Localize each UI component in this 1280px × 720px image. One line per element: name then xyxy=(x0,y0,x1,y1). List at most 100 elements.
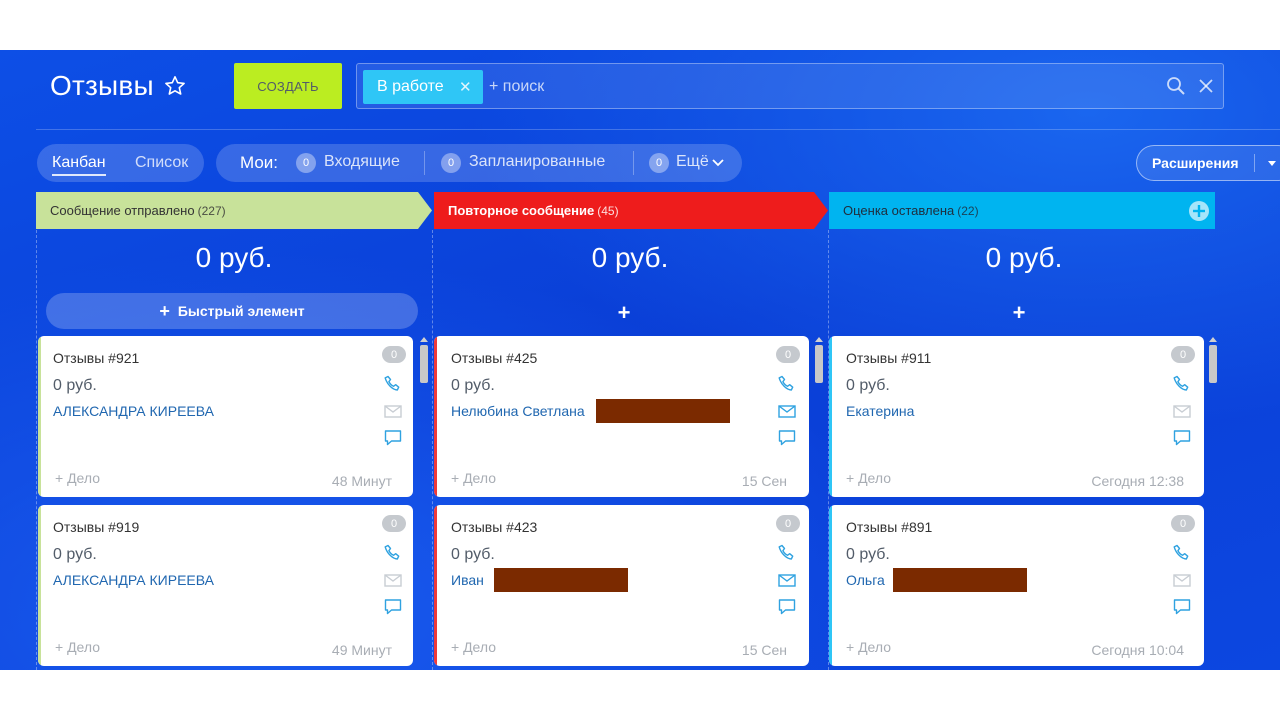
email-icon[interactable] xyxy=(383,570,403,590)
card-contact[interactable]: Ольга xyxy=(846,572,885,588)
star-icon[interactable] xyxy=(163,74,187,98)
my-counters-label: Мои: xyxy=(240,153,279,172)
stage-sum: 0 руб. xyxy=(985,242,1063,273)
stage-count: (227) xyxy=(197,203,226,218)
chevron-down-icon[interactable] xyxy=(711,157,725,169)
chat-icon[interactable] xyxy=(1172,428,1192,448)
card-title[interactable]: Отзывы #891 xyxy=(846,519,932,535)
search-filter-bar[interactable]: В работе ✕ + поиск xyxy=(356,63,1224,109)
counter-badge-incoming: 0 xyxy=(296,153,316,173)
phone-icon[interactable] xyxy=(383,543,403,563)
card-sum: 0 руб. xyxy=(451,546,495,563)
deal-card[interactable]: Отзывы #891 0 руб. Ольга + Дело Сегодня … xyxy=(829,505,1204,666)
tab-list[interactable]: Список xyxy=(135,154,188,172)
card-activity-badge: 0 xyxy=(776,515,800,532)
stage-header-repeat[interactable]: Повторное сообщение (45) xyxy=(434,192,824,229)
email-icon[interactable] xyxy=(383,401,403,421)
scroll-up-arrow[interactable] xyxy=(420,337,428,342)
card-time: 15 Сен xyxy=(741,642,787,658)
quick-add-button[interactable]: + Быстрый элемент xyxy=(46,293,418,329)
card-title[interactable]: Отзывы #911 xyxy=(846,350,931,366)
header-divider xyxy=(36,129,1280,130)
search-input[interactable]: + поиск xyxy=(489,78,544,96)
phone-icon[interactable] xyxy=(383,374,403,394)
caret-down-icon[interactable] xyxy=(1266,158,1278,168)
add-task-link[interactable]: + Дело xyxy=(451,639,496,655)
scroll-up-arrow[interactable] xyxy=(1209,337,1217,342)
add-stage-icon[interactable] xyxy=(1188,200,1210,222)
phone-icon[interactable] xyxy=(777,374,797,394)
counter-incoming[interactable]: Входящие xyxy=(324,153,400,171)
deal-card[interactable]: Отзывы #911 0 руб. Екатерина + Дело Сего… xyxy=(829,336,1204,497)
create-button[interactable]: СОЗДАТЬ xyxy=(234,63,342,109)
phone-icon[interactable] xyxy=(1172,543,1192,563)
deal-card[interactable]: Отзывы #423 0 руб. Иван + Дело 15 Сен 0 xyxy=(434,505,809,666)
card-activity-badge: 0 xyxy=(776,346,800,363)
chat-icon[interactable] xyxy=(1172,597,1192,617)
email-icon[interactable] xyxy=(777,570,797,590)
card-title[interactable]: Отзывы #921 xyxy=(53,350,139,366)
card-contact[interactable]: Иван xyxy=(451,572,484,588)
scroll-up-arrow[interactable] xyxy=(815,337,823,342)
card-contact[interactable]: Екатерина xyxy=(846,403,914,419)
column-border xyxy=(36,230,37,670)
column-scrollbar[interactable] xyxy=(1209,345,1217,383)
stage-sum: 0 руб. xyxy=(591,242,669,273)
card-time: 48 Минут xyxy=(331,473,392,489)
stage-header-rated[interactable]: Оценка оставлена (22) xyxy=(829,192,1189,229)
card-stage-strip xyxy=(434,336,437,497)
redacted-block xyxy=(596,399,730,423)
card-contact[interactable]: Нелюбина Светлана xyxy=(451,403,585,419)
chat-icon[interactable] xyxy=(777,428,797,448)
counter-planned[interactable]: Запланированные xyxy=(469,153,605,171)
card-activity-badge: 0 xyxy=(1171,346,1195,363)
close-icon[interactable] xyxy=(1195,75,1217,97)
add-task-link[interactable]: + Дело xyxy=(451,470,496,486)
email-icon[interactable] xyxy=(1172,401,1192,421)
column-scrollbar[interactable] xyxy=(420,345,428,383)
filter-chip-remove-icon[interactable]: ✕ xyxy=(459,78,472,96)
email-icon[interactable] xyxy=(1172,570,1192,590)
search-icon[interactable] xyxy=(1165,75,1187,97)
chat-icon[interactable] xyxy=(777,597,797,617)
add-task-link[interactable]: + Дело xyxy=(846,639,891,655)
chat-icon[interactable] xyxy=(383,428,403,448)
phone-icon[interactable] xyxy=(777,543,797,563)
column-scrollbar[interactable] xyxy=(815,345,823,383)
plus-icon: + xyxy=(159,300,170,321)
deal-card[interactable]: Отзывы #425 0 руб. Нелюбина Светлана + Д… xyxy=(434,336,809,497)
card-sum: 0 руб. xyxy=(846,546,890,563)
tab-kanban[interactable]: Канбан xyxy=(52,154,106,176)
quick-add-button[interactable]: + xyxy=(1009,300,1029,326)
deal-card[interactable]: Отзывы #921 0 руб. АЛЕКСАНДРА КИРЕЕВА + … xyxy=(38,336,413,497)
quick-add-button[interactable]: + xyxy=(614,300,634,326)
card-title[interactable]: Отзывы #919 xyxy=(53,519,139,535)
email-icon[interactable] xyxy=(777,401,797,421)
card-activity-badge: 0 xyxy=(1171,515,1195,532)
add-task-link[interactable]: + Дело xyxy=(55,639,100,655)
counter-badge-more: 0 xyxy=(649,153,669,173)
quick-add-label: Быстрый элемент xyxy=(177,303,305,319)
card-activity-badge: 0 xyxy=(382,515,406,532)
extensions-button[interactable]: Расширения xyxy=(1136,145,1280,181)
phone-icon[interactable] xyxy=(1172,374,1192,394)
card-time: Сегодня 10:04 xyxy=(1091,642,1184,658)
stage-name: Сообщение отправлено xyxy=(50,203,195,218)
counter-more[interactable]: Ещё xyxy=(676,153,709,171)
card-stage-strip xyxy=(434,505,437,666)
card-activity-badge: 0 xyxy=(382,346,406,363)
card-time: 15 Сен xyxy=(741,473,787,489)
deal-card[interactable]: Отзывы #919 0 руб. АЛЕКСАНДРА КИРЕЕВА + … xyxy=(38,505,413,666)
column-border xyxy=(432,230,433,670)
card-time: Сегодня 12:38 xyxy=(1091,473,1184,489)
chat-icon[interactable] xyxy=(383,597,403,617)
card-contact[interactable]: АЛЕКСАНДРА КИРЕЕВА xyxy=(53,403,214,419)
add-task-link[interactable]: + Дело xyxy=(55,470,100,486)
stage-sum: 0 руб. xyxy=(195,242,273,273)
card-title[interactable]: Отзывы #423 xyxy=(451,519,537,535)
stage-header-sent[interactable]: Сообщение отправлено (227) xyxy=(36,192,426,229)
card-stage-strip xyxy=(829,505,832,666)
card-contact[interactable]: АЛЕКСАНДРА КИРЕЕВА xyxy=(53,572,214,588)
card-title[interactable]: Отзывы #425 xyxy=(451,350,537,366)
add-task-link[interactable]: + Дело xyxy=(846,470,891,486)
